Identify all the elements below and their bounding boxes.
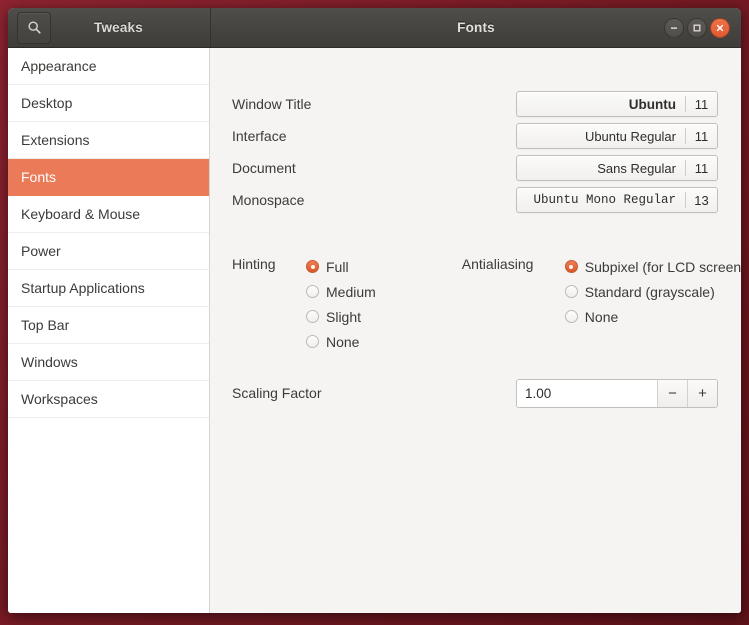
close-icon [715,23,725,33]
radio-icon[interactable] [306,285,319,298]
hinting-option-none[interactable]: None [306,329,376,354]
hinting-option-slight[interactable]: Slight [306,304,376,329]
font-row-monospace: Monospace Ubuntu Mono Regular 13 [232,184,718,216]
radio-icon[interactable] [565,260,578,273]
sidebar-item-label: Workspaces [21,391,98,407]
antialiasing-option-none[interactable]: None [565,304,741,329]
monospace-font-button[interactable]: Ubuntu Mono Regular 13 [516,187,718,213]
scaling-factor-label: Scaling Factor [232,385,516,401]
titlebar-left-section: Tweaks [8,8,211,47]
hinting-label: Hinting [232,254,306,354]
window-title-font-size: 11 [686,92,717,116]
document-font-label: Document [232,160,516,176]
document-font-name: Sans Regular [517,156,685,180]
font-row-window-title: Window Title Ubuntu 11 [232,88,718,120]
window-title-font-name: Ubuntu [517,92,685,116]
sidebar-item-power[interactable]: Power [8,233,209,270]
hinting-option-full[interactable]: Full [306,254,376,279]
hinting-option-label: Full [326,259,349,275]
sidebar-item-label: Startup Applications [21,280,145,296]
sidebar-item-appearance[interactable]: Appearance [8,48,209,85]
window-controls [664,18,730,38]
sidebar-item-fonts[interactable]: Fonts [8,159,209,196]
radio-icon[interactable] [306,335,319,348]
antialiasing-option-standard[interactable]: Standard (grayscale) [565,279,741,304]
sidebar-item-startup-applications[interactable]: Startup Applications [8,270,209,307]
sidebar-item-keyboard-and-mouse[interactable]: Keyboard & Mouse [8,196,209,233]
font-rendering-options: Hinting Full Medium Slight [232,254,721,354]
hinting-option-label: Slight [326,309,361,325]
sidebar-item-label: Keyboard & Mouse [21,206,140,222]
minimize-icon [669,23,679,33]
radio-icon[interactable] [306,260,319,273]
search-button[interactable] [17,12,51,44]
scaling-factor-row: Scaling Factor 1.00 − + [232,378,718,408]
sidebar-nav: Appearance Desktop Extensions Fonts Keyb… [8,48,210,613]
hinting-option-medium[interactable]: Medium [306,279,376,304]
sidebar-item-workspaces[interactable]: Workspaces [8,381,209,418]
sidebar-item-top-bar[interactable]: Top Bar [8,307,209,344]
sidebar-item-label: Fonts [21,169,56,185]
scaling-factor-increment-button[interactable]: + [687,380,717,407]
antialiasing-radio-list: Subpixel (for LCD screens) Standard (gra… [565,254,741,354]
document-font-size: 11 [686,156,717,180]
scaling-factor-decrement-button[interactable]: − [658,380,687,407]
sidebar-item-label: Extensions [21,132,89,148]
interface-font-name: Ubuntu Regular [517,124,685,148]
antialiasing-group: Antialiasing Subpixel (for LCD screens) … [462,254,741,354]
sidebar-item-label: Top Bar [21,317,69,333]
scaling-factor-stepper[interactable]: 1.00 − + [516,379,718,408]
radio-icon[interactable] [565,310,578,323]
monospace-font-label: Monospace [232,192,516,208]
hinting-group: Hinting Full Medium Slight [232,254,376,354]
hinting-radio-list: Full Medium Slight None [306,254,376,354]
antialiasing-option-label: Subpixel (for LCD screens) [585,259,741,275]
window-title-font-label: Window Title [232,96,516,112]
close-button[interactable] [710,18,730,38]
hinting-option-label: None [326,334,359,350]
antialiasing-option-label: None [585,309,618,325]
tweaks-window: Tweaks Fonts [8,8,741,613]
minimize-button[interactable] [664,18,684,38]
sidebar-item-windows[interactable]: Windows [8,344,209,381]
page-title: Fonts [211,20,741,35]
antialiasing-label: Antialiasing [462,254,565,354]
monospace-font-name: Ubuntu Mono Regular [517,188,685,212]
search-icon [27,20,42,35]
maximize-icon [692,23,702,33]
radio-icon[interactable] [306,310,319,323]
titlebar-right-section: Fonts [211,8,741,47]
radio-icon[interactable] [565,285,578,298]
interface-font-label: Interface [232,128,516,144]
sidebar-item-label: Desktop [21,95,72,111]
font-row-interface: Interface Ubuntu Regular 11 [232,120,718,152]
hinting-option-label: Medium [326,284,376,300]
window-titlebar: Tweaks Fonts [8,8,741,48]
fonts-settings-panel: Window Title Ubuntu 11 Interface Ubuntu … [210,48,741,613]
font-row-document: Document Sans Regular 11 [232,152,718,184]
antialiasing-option-label: Standard (grayscale) [585,284,715,300]
sidebar-item-label: Power [21,243,61,259]
interface-font-size: 11 [686,124,717,148]
app-title: Tweaks [51,20,210,35]
window-title-font-button[interactable]: Ubuntu 11 [516,91,718,117]
font-settings-list: Window Title Ubuntu 11 Interface Ubuntu … [232,88,718,216]
antialiasing-option-subpixel[interactable]: Subpixel (for LCD screens) [565,254,741,279]
sidebar-item-extensions[interactable]: Extensions [8,122,209,159]
scaling-factor-input[interactable]: 1.00 [517,380,658,407]
document-font-button[interactable]: Sans Regular 11 [516,155,718,181]
maximize-button[interactable] [687,18,707,38]
monospace-font-size: 13 [686,188,717,212]
sidebar-item-desktop[interactable]: Desktop [8,85,209,122]
interface-font-button[interactable]: Ubuntu Regular 11 [516,123,718,149]
window-body: Appearance Desktop Extensions Fonts Keyb… [8,48,741,613]
sidebar-item-label: Windows [21,354,78,370]
sidebar-item-label: Appearance [21,58,97,74]
